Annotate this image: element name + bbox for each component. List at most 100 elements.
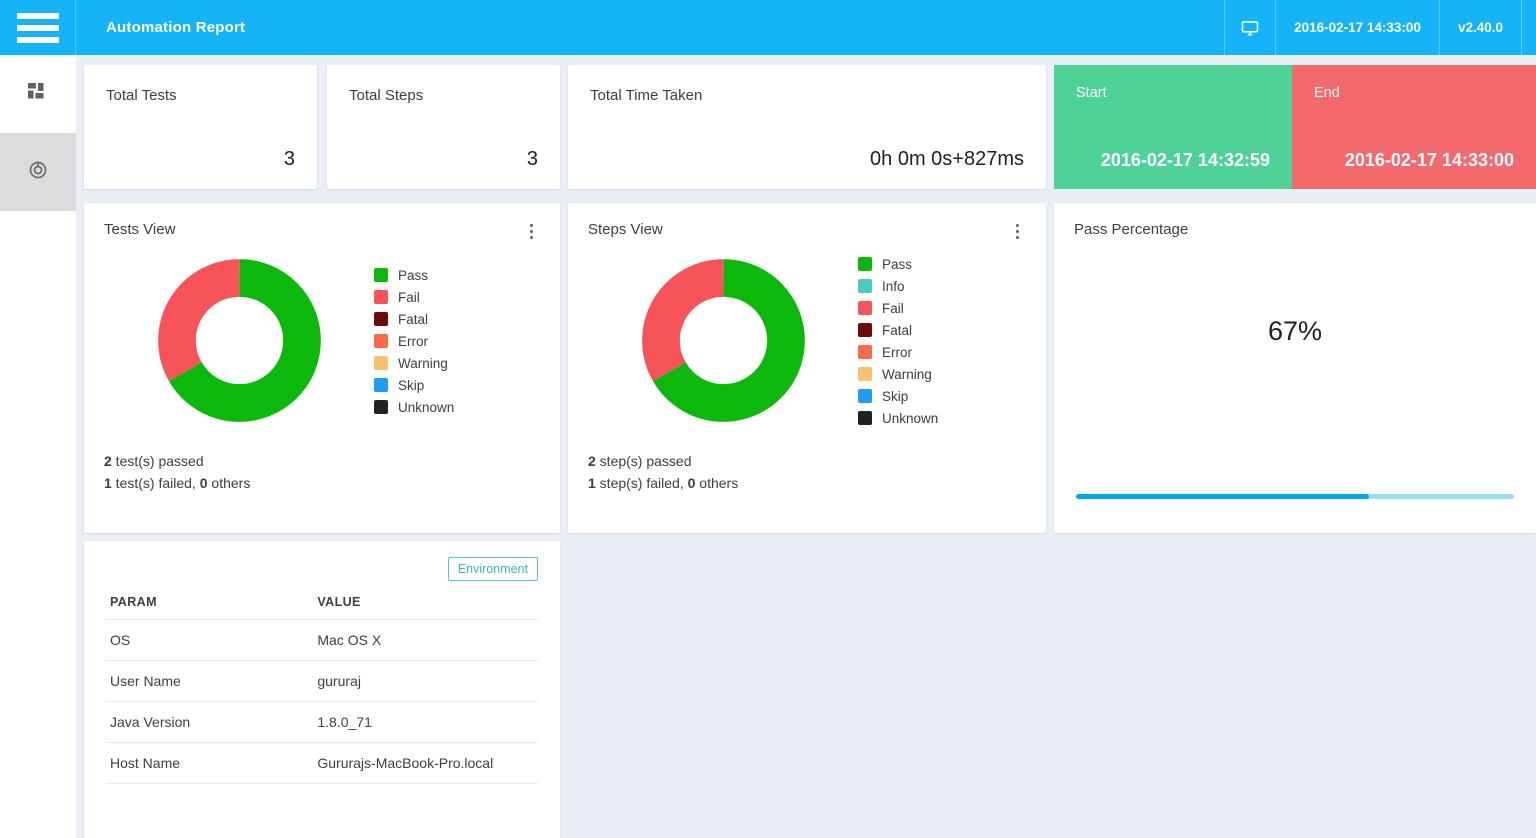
- steps-failed-line: 1 step(s) failed, 0 others: [588, 473, 1026, 495]
- legend-label: Pass: [398, 267, 429, 283]
- legend-item[interactable]: Skip: [858, 389, 938, 404]
- legend-label: Fatal: [398, 311, 429, 327]
- column-header-value: VALUE: [317, 595, 361, 609]
- kebab-dot: [1015, 235, 1019, 239]
- top-bar-right-group: 2016-02-17 14:33:00 v2.40.0: [1224, 0, 1536, 55]
- table-row: User Name gururaj: [106, 660, 538, 702]
- steps-view-panel: Steps View Pass Info Fail Fatal Error Warning…: [568, 203, 1046, 533]
- legend-label: Fail: [398, 289, 420, 305]
- tests-view-title: Tests View: [104, 221, 176, 238]
- environment-badge[interactable]: Environment: [447, 557, 538, 581]
- pass-percentage-panel: Pass Percentage 67%: [1054, 203, 1536, 533]
- monitor-icon[interactable]: [1224, 0, 1275, 55]
- steps-passed-line: 2 step(s) passed: [588, 451, 1026, 473]
- legend-swatch: [858, 257, 872, 271]
- main-content: Total Tests 3 Total Steps 3 Total Time T…: [76, 55, 1536, 838]
- steps-passed-text: step(s) passed: [595, 453, 692, 469]
- sidebar-item-report[interactable]: [0, 133, 76, 211]
- table-row: OS Mac OS X: [106, 619, 538, 661]
- tests-view-chart-row: Pass Fail Fatal Error Warning Skip Unknown: [104, 245, 540, 435]
- app-title: Automation Report: [106, 19, 246, 36]
- app-version: v2.40.0: [1438, 0, 1522, 55]
- legend-label: Skip: [398, 377, 425, 393]
- tests-view-donut-chart: [104, 258, 374, 423]
- env-value-cell: Gururajs-MacBook-Pro.local: [313, 742, 538, 784]
- legend-item[interactable]: Fail: [374, 290, 454, 305]
- kebab-dot: [529, 229, 533, 233]
- end-value: 2016-02-17 14:33:00: [1344, 150, 1514, 170]
- steps-view-title: Steps View: [588, 221, 663, 238]
- donut-segment-fail[interactable]: [157, 258, 321, 422]
- legend-label: Fatal: [882, 322, 913, 338]
- pass-percentage-value: 67%: [1267, 316, 1323, 346]
- hamburger-menu-icon[interactable]: [0, 0, 76, 55]
- tests-others-text: others: [207, 474, 251, 491]
- legend-item[interactable]: Warning: [374, 356, 454, 371]
- kebab-dot: [1015, 223, 1019, 227]
- env-value-cell: 1.8.0_71: [313, 701, 538, 743]
- tests-view-summary: 2 test(s) passed 1 test(s) failed, 0 oth…: [104, 451, 540, 494]
- legend-swatch: [858, 323, 872, 337]
- steps-view-header: Steps View: [588, 221, 1026, 241]
- tests-view-legend: Pass Fail Fatal Error Warning Skip Unknown: [374, 266, 454, 415]
- column-header-param: PARAM: [110, 595, 157, 609]
- tests-view-panel: Tests View Pass Fail Fatal Error Warning Skip…: [84, 203, 560, 533]
- legend-item[interactable]: Fatal: [858, 323, 938, 338]
- legend-swatch: [858, 279, 872, 293]
- legend-item[interactable]: Pass: [858, 257, 938, 272]
- end-time-card: End 2016-02-17 14:33:00: [1292, 65, 1536, 189]
- legend-item[interactable]: Skip: [374, 378, 454, 393]
- legend-label: Unknown: [882, 410, 939, 426]
- kebab-dot: [529, 223, 533, 227]
- legend-label: Info: [882, 278, 905, 294]
- kebab-dot: [1015, 229, 1019, 233]
- legend-item[interactable]: Unknown: [858, 411, 938, 426]
- donut-chart-icon: [28, 160, 48, 185]
- top-bar: Automation Report 2016-02-17 14:33:00 v2…: [0, 0, 1536, 55]
- dashboard-grid-icon: [28, 82, 48, 107]
- legend-item[interactable]: Fatal: [374, 312, 454, 327]
- legend-swatch: [374, 356, 388, 370]
- kpi-card-total-steps: Total Steps 3: [327, 65, 560, 189]
- legend-label: Fail: [882, 300, 904, 316]
- start-time-card: Start 2016-02-17 14:32:59: [1054, 65, 1292, 189]
- legend-item[interactable]: Unknown: [374, 400, 454, 415]
- legend-swatch: [374, 334, 388, 348]
- tests-passed-text: test(s) passed: [111, 453, 204, 469]
- kpi-value: 3: [526, 148, 538, 170]
- table-row: Host Name Gururajs-MacBook-Pro.local: [106, 742, 538, 784]
- steps-passed-count: 2: [588, 453, 596, 469]
- legend-item[interactable]: Error: [374, 334, 454, 349]
- legend-swatch: [858, 411, 872, 425]
- legend-swatch: [374, 312, 388, 326]
- automation-report-page: Automation Report 2016-02-17 14:33:00 v2…: [0, 0, 1536, 838]
- pass-percentage-progress-fill: [1076, 494, 1370, 499]
- start-label: Start: [1076, 85, 1107, 101]
- legend-label: Pass: [882, 256, 913, 272]
- env-param-cell: User Name: [106, 660, 314, 702]
- hamburger-bar: [16, 24, 59, 31]
- donut-segment-fail[interactable]: [641, 258, 805, 422]
- legend-item[interactable]: Fail: [858, 301, 938, 316]
- kebab-menu-icon[interactable]: [1008, 221, 1026, 241]
- legend-item[interactable]: Warning: [858, 367, 938, 382]
- legend-swatch: [858, 367, 872, 381]
- tests-view-header: Tests View: [104, 221, 540, 241]
- steps-view-legend: Pass Info Fail Fatal Error Warning Skip Unknown: [858, 255, 938, 426]
- legend-swatch: [858, 389, 872, 403]
- tests-failed-line: 1 test(s) failed, 0 others: [104, 473, 540, 495]
- legend-item[interactable]: Pass: [374, 268, 454, 283]
- legend-label: Warning: [882, 366, 932, 382]
- env-param-cell: OS: [106, 619, 314, 661]
- end-label: End: [1314, 85, 1340, 101]
- legend-item[interactable]: Info: [858, 279, 938, 294]
- pass-percentage-header: Pass Percentage: [1074, 221, 1516, 238]
- legend-item[interactable]: Error: [858, 345, 938, 360]
- environment-badge-row: Environment: [106, 557, 538, 581]
- kebab-menu-icon[interactable]: [522, 221, 540, 241]
- tests-passed-count: 2: [104, 453, 112, 469]
- pass-percentage-progress-bar: [1076, 494, 1514, 499]
- sidebar-item-dashboard[interactable]: [0, 55, 76, 133]
- steps-failed-count: 1: [588, 474, 596, 491]
- env-param-cell: Java Version: [106, 701, 314, 743]
